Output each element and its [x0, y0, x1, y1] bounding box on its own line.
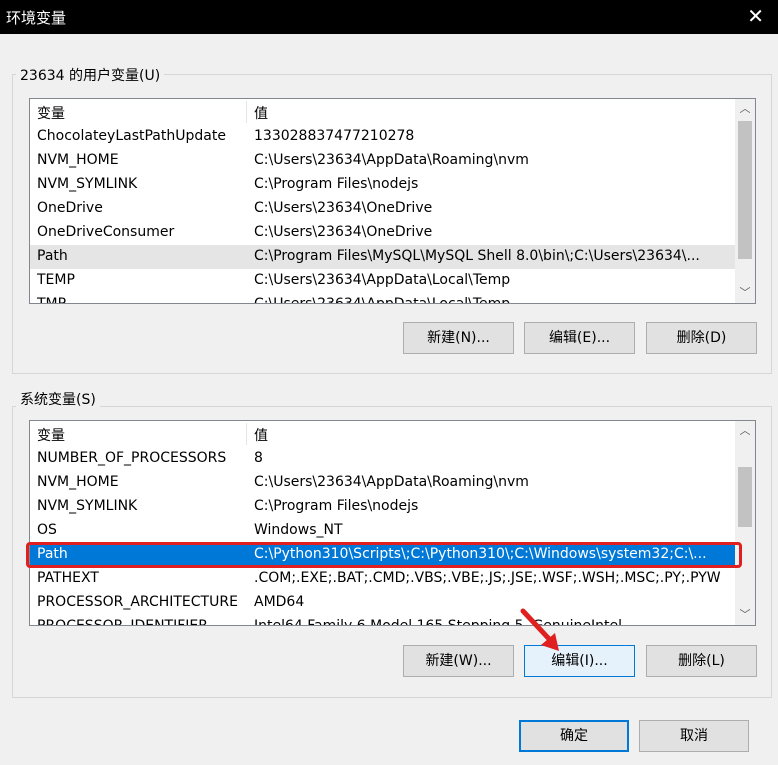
table-row[interactable]: TMP C:\Users\23634\AppData\Local\Temp	[30, 293, 735, 304]
row-value: Windows_NT	[254, 522, 343, 538]
user-new-button[interactable]: 新建(N)...	[403, 322, 514, 354]
row-name: OneDrive	[37, 200, 103, 216]
table-row[interactable]: NVM_SYMLINK C:\Program Files\nodejs	[30, 495, 735, 519]
row-name: PATHEXT	[37, 570, 99, 586]
row-value: .COM;.EXE;.BAT;.CMD;.VBS;.VBE;.JS;.JSE;.…	[254, 570, 721, 586]
close-icon[interactable]: ✕	[747, 4, 764, 28]
scroll-up-icon[interactable]: ︿	[735, 421, 755, 441]
system-delete-button[interactable]: 删除(L)	[646, 645, 757, 677]
row-value: C:\Program Files\nodejs	[254, 176, 419, 192]
table-row[interactable]: PROCESSOR_ARCHITECTURE AMD64	[30, 591, 735, 615]
row-name: NVM_HOME	[37, 152, 119, 168]
column-header-value[interactable]: 值	[254, 425, 268, 445]
table-row[interactable]: NVM_HOME C:\Users\23634\AppData\Roaming\n…	[30, 149, 735, 173]
title-bar: 环境变量 ✕	[0, 0, 778, 34]
row-value: C:\Program Files\MySQL\MySQL Shell 8.0\b…	[254, 248, 700, 264]
scroll-thumb[interactable]	[738, 121, 752, 259]
row-name: TEMP	[37, 272, 75, 288]
row-value: C:\Users\23634\OneDrive	[254, 200, 433, 216]
row-name: NVM_SYMLINK	[37, 176, 138, 192]
table-row[interactable]: NUMBER_OF_PROCESSORS 8	[30, 447, 735, 471]
system-new-button[interactable]: 新建(W)...	[403, 645, 514, 677]
row-name: Path	[37, 248, 68, 264]
system-variables-label: 系统变量(S)	[16, 389, 100, 409]
window-title: 环境变量	[6, 9, 67, 27]
table-row[interactable]: ChocolateyLastPathUpdate 1330288374772102…	[30, 125, 735, 149]
table-row[interactable]: OS Windows_NT	[30, 519, 735, 543]
column-header-name[interactable]: 变量	[37, 103, 65, 123]
user-variables-list[interactable]: 变量 值 ChocolateyLastPathUpdate 13302883747…	[29, 98, 756, 304]
scroll-thumb[interactable]	[738, 467, 752, 527]
row-name: OS	[37, 522, 57, 538]
list-header: 变量 值	[30, 99, 735, 125]
table-row[interactable]: NVM_SYMLINK C:\Program Files\nodejs	[30, 173, 735, 197]
row-value: 133028837477210278	[254, 128, 415, 144]
row-value: C:\Users\23634\OneDrive	[254, 224, 433, 240]
row-name: TMP	[37, 296, 67, 304]
row-name: PROCESSOR_ARCHITECTURE	[37, 594, 238, 610]
table-row[interactable]: PROCESSOR_IDENTIFIER Intel64 Family 6 Mod…	[30, 615, 735, 626]
column-header-value[interactable]: 值	[254, 103, 268, 123]
column-separator[interactable]	[246, 423, 247, 445]
system-variables-list[interactable]: 变量 值 NUMBER_OF_PROCESSORS 8 NVM_HOME C:\Us…	[29, 420, 756, 626]
row-value: 8	[254, 450, 263, 466]
row-name: Path	[37, 546, 68, 562]
row-value: C:\Users\23634\AppData\Local\Temp	[254, 272, 511, 288]
row-value: C:\Users\23634\AppData\Roaming\nvm	[254, 474, 529, 490]
row-name: NVM_SYMLINK	[37, 498, 138, 514]
row-value: Intel64 Family 6 Model 165 Stepping 5, G…	[254, 618, 623, 626]
table-row[interactable]: PATHEXT .COM;.EXE;.BAT;.CMD;.VBS;.VBE;.JS…	[30, 567, 735, 591]
row-name: NUMBER_OF_PROCESSORS	[37, 450, 227, 466]
scroll-up-icon[interactable]: ︿	[735, 99, 755, 119]
user-delete-button[interactable]: 删除(D)	[646, 322, 757, 354]
scroll-down-icon[interactable]: ﹀	[735, 283, 755, 303]
user-edit-button[interactable]: 编辑(E)...	[524, 322, 635, 354]
scroll-down-icon[interactable]: ﹀	[735, 605, 755, 625]
row-name: PROCESSOR_IDENTIFIER	[37, 618, 208, 626]
row-value: C:\Users\23634\AppData\Roaming\nvm	[254, 152, 529, 168]
row-value: C:\Program Files\nodejs	[254, 498, 419, 514]
row-value: C:\Python310\Scripts\;C:\Python310\;C:\W…	[254, 546, 707, 562]
row-value: C:\Users\23634\AppData\Local\Temp	[254, 296, 511, 304]
table-row-selected[interactable]: Path C:\Program Files\MySQL\MySQL Shell 8…	[30, 245, 735, 269]
user-variables-label: 23634 的用户变量(U)	[16, 65, 165, 85]
table-row-selected[interactable]: Path C:\Python310\Scripts\;C:\Python310\;…	[30, 543, 735, 567]
row-value: AMD64	[254, 594, 305, 610]
list-header: 变量 值	[30, 421, 735, 447]
table-row[interactable]: OneDrive C:\Users\23634\OneDrive	[30, 197, 735, 221]
column-separator[interactable]	[246, 101, 247, 123]
vertical-scrollbar[interactable]: ︿ ﹀	[735, 421, 755, 625]
arrow-annotation-icon	[520, 608, 559, 651]
row-name: ChocolateyLastPathUpdate	[37, 128, 226, 144]
row-name: OneDriveConsumer	[37, 224, 175, 240]
column-header-name[interactable]: 变量	[37, 425, 65, 445]
table-row[interactable]: OneDriveConsumer C:\Users\23634\OneDrive	[30, 221, 735, 245]
ok-button[interactable]: 确定	[519, 720, 629, 752]
cancel-button[interactable]: 取消	[639, 720, 749, 752]
table-row[interactable]: NVM_HOME C:\Users\23634\AppData\Roaming\n…	[30, 471, 735, 495]
vertical-scrollbar[interactable]: ︿ ﹀	[735, 99, 755, 303]
row-name: NVM_HOME	[37, 474, 119, 490]
table-row[interactable]: TEMP C:\Users\23634\AppData\Local\Temp	[30, 269, 735, 293]
